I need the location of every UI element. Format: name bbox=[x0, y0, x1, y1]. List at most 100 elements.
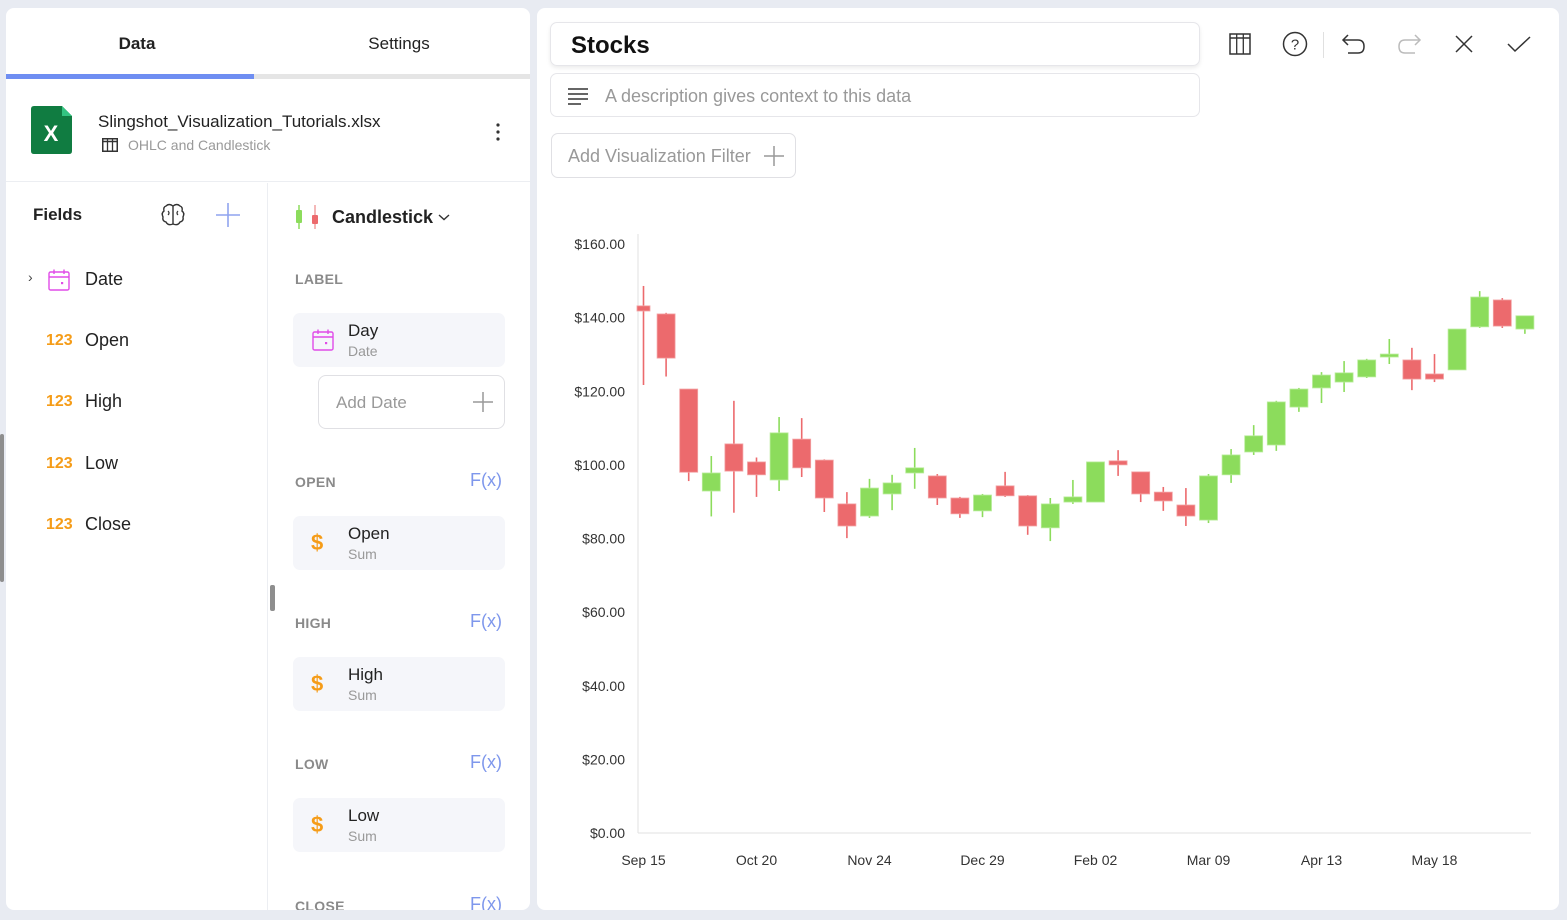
candle-body bbox=[701, 472, 721, 492]
description-input[interactable]: A description gives context to this data bbox=[550, 73, 1200, 117]
candle-up[interactable] bbox=[1289, 387, 1309, 412]
panel-tabs: Data Settings bbox=[6, 8, 530, 80]
field-item-high[interactable]: 123 High bbox=[6, 381, 268, 421]
candle-up[interactable] bbox=[1266, 400, 1286, 451]
candle-body bbox=[769, 432, 789, 481]
close-icon[interactable] bbox=[1450, 30, 1478, 58]
add-date-label: Add Date bbox=[336, 393, 407, 412]
candle-up[interactable] bbox=[701, 456, 721, 517]
candle-body bbox=[882, 482, 902, 495]
high-field-pill[interactable]: $ High Sum bbox=[293, 657, 505, 711]
field-item-low[interactable]: 123 Low bbox=[6, 443, 268, 483]
candle-down[interactable] bbox=[995, 471, 1015, 497]
pill-subtitle: Sum bbox=[348, 687, 377, 703]
candle-down[interactable] bbox=[679, 388, 699, 482]
field-item-date[interactable]: › Date bbox=[6, 259, 268, 299]
candle-down[interactable] bbox=[927, 474, 947, 506]
high-formula-button[interactable]: F(x) bbox=[470, 611, 502, 632]
scrollbar-config[interactable] bbox=[270, 585, 275, 611]
candle-down[interactable] bbox=[950, 496, 970, 518]
candle-down[interactable] bbox=[792, 418, 812, 478]
close-formula-button[interactable]: F(x) bbox=[470, 894, 502, 910]
number-type-icon: 123 bbox=[46, 455, 73, 472]
tab-settings[interactable]: Settings bbox=[268, 8, 530, 80]
add-date-button[interactable]: Add Date bbox=[318, 375, 505, 429]
candle-body bbox=[636, 305, 651, 312]
candle-up[interactable] bbox=[1447, 328, 1467, 371]
viz-type-selector[interactable]: Candlestick bbox=[294, 203, 451, 231]
candle-down[interactable] bbox=[837, 492, 857, 539]
candle-down[interactable] bbox=[1108, 450, 1128, 476]
title-input[interactable]: Stocks bbox=[550, 22, 1200, 66]
filter-label: Add Visualization Filter bbox=[568, 146, 751, 166]
redo-icon[interactable] bbox=[1395, 30, 1423, 58]
field-item-open[interactable]: 123 Open bbox=[6, 320, 268, 360]
svg-text:X: X bbox=[44, 121, 59, 146]
y-tick-label: $0.00 bbox=[590, 825, 625, 841]
more-vertical-icon[interactable] bbox=[490, 120, 506, 144]
open-field-pill[interactable]: $ Open Sum bbox=[293, 516, 505, 570]
data-panel: Data Settings X Slingshot_Visualization_… bbox=[6, 8, 530, 910]
candle-up[interactable] bbox=[1357, 358, 1377, 378]
help-icon[interactable]: ? bbox=[1281, 30, 1309, 58]
field-item-close[interactable]: 123 Close bbox=[6, 504, 268, 544]
candle-down[interactable] bbox=[1018, 495, 1038, 535]
add-field-icon[interactable] bbox=[214, 201, 242, 229]
candle-up[interactable] bbox=[1199, 474, 1218, 524]
candle-down[interactable] bbox=[1402, 347, 1422, 391]
toolbar-separator bbox=[1323, 32, 1324, 58]
candle-up[interactable] bbox=[1470, 291, 1490, 328]
candle-down[interactable] bbox=[724, 400, 744, 513]
low-formula-button[interactable]: F(x) bbox=[470, 752, 502, 773]
candle-up[interactable] bbox=[1221, 449, 1241, 483]
scrollbar-left[interactable] bbox=[0, 434, 4, 582]
candle-up[interactable] bbox=[860, 478, 879, 518]
candle-down[interactable] bbox=[1131, 471, 1151, 503]
candlestick-icon bbox=[296, 205, 318, 229]
x-tick-label: Apr 13 bbox=[1301, 852, 1342, 868]
undo-icon[interactable] bbox=[1340, 30, 1368, 58]
candle-down[interactable] bbox=[1492, 298, 1512, 328]
candlestick-chart: $0.00 $20.00 $40.00 $60.00 $80.00 $100.00 $120… bbox=[537, 208, 1559, 898]
candle-body bbox=[1266, 401, 1286, 446]
candle-up[interactable] bbox=[1515, 315, 1535, 334]
candle-down[interactable] bbox=[814, 459, 834, 512]
candle-up[interactable] bbox=[973, 493, 992, 518]
candle-up[interactable] bbox=[1063, 479, 1083, 504]
candle-up[interactable] bbox=[1244, 425, 1264, 455]
x-tick-label: Sep 15 bbox=[621, 852, 666, 868]
label-section-title: LABEL bbox=[295, 271, 344, 287]
chevron-right-icon[interactable]: › bbox=[28, 269, 33, 285]
candle-body bbox=[973, 494, 992, 512]
confirm-check-icon[interactable] bbox=[1505, 30, 1533, 58]
candle-down[interactable] bbox=[1153, 486, 1173, 511]
x-tick-label: May 18 bbox=[1412, 852, 1458, 868]
label-field-pill[interactable]: Day Date bbox=[293, 313, 505, 367]
candle-up[interactable] bbox=[882, 474, 902, 511]
candle-body bbox=[860, 487, 879, 517]
open-formula-button[interactable]: F(x) bbox=[470, 470, 502, 491]
candle-down[interactable] bbox=[656, 312, 676, 377]
candle-up[interactable] bbox=[769, 417, 789, 492]
candle-up[interactable] bbox=[1086, 461, 1105, 503]
table-view-icon[interactable] bbox=[1226, 30, 1254, 58]
candle-up[interactable] bbox=[1312, 372, 1331, 404]
y-tick-label: $100.00 bbox=[574, 457, 625, 473]
brain-icon[interactable] bbox=[159, 201, 187, 229]
candle-down[interactable] bbox=[636, 285, 651, 385]
candle-up[interactable] bbox=[1379, 338, 1399, 365]
low-section-title: LOW bbox=[295, 756, 329, 772]
candle-down[interactable] bbox=[1425, 354, 1444, 383]
pill-subtitle: Sum bbox=[348, 546, 377, 562]
chevron-down-icon bbox=[438, 214, 450, 221]
tab-data[interactable]: Data bbox=[6, 8, 268, 80]
low-field-pill[interactable]: $ Low Sum bbox=[293, 798, 505, 852]
candle-up[interactable] bbox=[905, 447, 925, 489]
candle-down[interactable] bbox=[747, 457, 766, 497]
add-visualization-filter-button[interactable]: Add Visualization Filter bbox=[551, 133, 796, 178]
candle-up[interactable] bbox=[1040, 498, 1060, 542]
candle-up[interactable] bbox=[1334, 361, 1354, 392]
candle-down[interactable] bbox=[1176, 488, 1196, 526]
x-tick-label: Dec 29 bbox=[960, 852, 1005, 868]
open-section-title: OPEN bbox=[295, 474, 336, 490]
